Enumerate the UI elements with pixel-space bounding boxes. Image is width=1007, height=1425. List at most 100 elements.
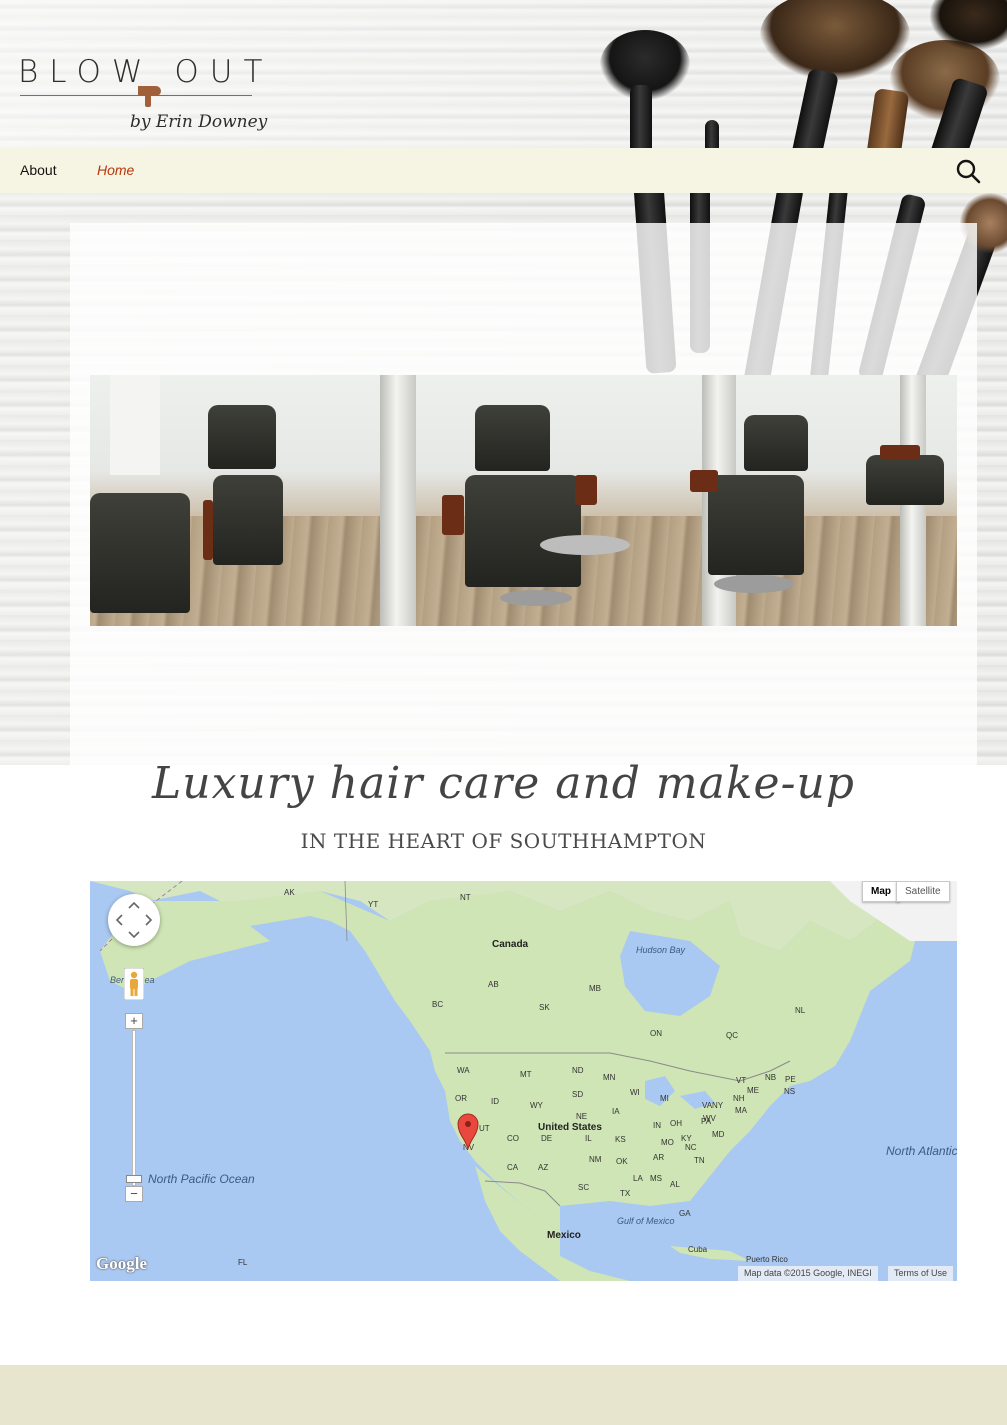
map-country-label: United States	[538, 1122, 602, 1133]
map-region-label: WY	[530, 1101, 543, 1110]
map-region-label: TX	[620, 1189, 631, 1198]
chair-arm	[575, 475, 597, 505]
map-region-label: KY	[681, 1134, 692, 1143]
salon-chair	[213, 475, 283, 565]
hair-dryer-icon	[138, 86, 161, 107]
nav-link-home[interactable]: Home	[97, 162, 134, 178]
map-region-label: IN	[653, 1121, 661, 1130]
photo-pillar	[110, 375, 160, 475]
map-region-label: MA	[735, 1106, 747, 1115]
chair-arm	[442, 495, 464, 535]
map-region-label: MS	[650, 1174, 662, 1183]
main-navigation: About Home	[0, 148, 1007, 193]
map-region-label: OR	[455, 1094, 467, 1103]
map-region-label: SD	[572, 1090, 584, 1099]
map-water-label: North Atlantic Ocean	[886, 1144, 957, 1158]
brush-handle	[864, 88, 910, 148]
map-region-label: ME	[747, 1086, 759, 1095]
salon-chair	[744, 415, 808, 471]
chair-arm	[203, 500, 213, 560]
tagline-heading: Luxury hair care and make-up	[152, 758, 855, 809]
map-pan-control[interactable]	[108, 894, 160, 946]
salon-chair	[866, 455, 944, 505]
site-logo[interactable]: BLOW OUT by Erin Downey	[18, 54, 267, 144]
map-region-label: ON	[650, 1029, 662, 1038]
site-footer	[0, 1365, 1007, 1425]
logo-subtitle: by Erin Downey	[130, 112, 268, 132]
site-header: BLOW OUT by Erin Downey	[0, 0, 1007, 148]
chair-base	[714, 575, 794, 593]
map-region-label: UT	[479, 1124, 490, 1133]
map-type-satellite-button[interactable]: Satellite	[896, 881, 950, 902]
salon-chairs-photo	[90, 375, 957, 626]
map-region-label: ID	[491, 1097, 499, 1106]
zoom-slider-handle[interactable]	[126, 1175, 142, 1183]
salon-chair	[208, 405, 276, 469]
map-region-label: MD	[712, 1130, 725, 1139]
location-pin-icon[interactable]	[456, 1112, 480, 1150]
map-region-label: TN	[694, 1156, 705, 1165]
map-region-label: MN	[603, 1073, 616, 1082]
zoom-out-button[interactable]: −	[125, 1186, 143, 1202]
map-region-label: AB	[488, 980, 499, 989]
street-view-pegman-icon[interactable]	[124, 968, 144, 1000]
map-region-label: ND	[572, 1066, 584, 1075]
map-region-label: AK	[284, 888, 295, 897]
map-attribution: Map data ©2015 Google, INEGI	[738, 1266, 878, 1281]
pan-arrows-icon	[115, 901, 153, 939]
map-island-label: Cuba	[688, 1245, 708, 1254]
map-type-map-button[interactable]: Map	[862, 881, 900, 902]
map-region-label: NS	[784, 1087, 796, 1096]
map-region-label: CO	[507, 1134, 519, 1143]
zoom-slider-track[interactable]	[132, 1030, 136, 1186]
map-region-label: QC	[726, 1031, 738, 1040]
map-region-label: SK	[539, 1003, 550, 1012]
brush-handle	[705, 120, 719, 148]
map-region-label: IA	[612, 1107, 620, 1116]
map-region-label: YT	[368, 900, 379, 909]
map-region-label: VA	[702, 1101, 713, 1110]
map-region-label: OH	[670, 1119, 682, 1128]
map-region-label: AZ	[538, 1163, 549, 1172]
map-water-label: Gulf of Mexico	[617, 1216, 675, 1226]
search-icon[interactable]	[955, 158, 981, 184]
brush-handle	[790, 67, 840, 148]
google-map[interactable]: AK YT NT BC AB SK MB ON QC NL WA OR ID M…	[90, 881, 957, 1281]
map-region-label: NM	[589, 1155, 602, 1164]
salon-chair	[475, 405, 550, 471]
map-region-label: CA	[507, 1163, 519, 1172]
brush-handle	[630, 85, 652, 148]
map-region-label: MB	[589, 984, 601, 993]
map-water-label: Hudson Bay	[636, 945, 686, 955]
map-region-label: NC	[685, 1143, 697, 1152]
map-region-label: VT	[736, 1076, 747, 1085]
chair-arm	[880, 445, 920, 459]
map-region-label: NL	[795, 1006, 806, 1015]
brush-bristles	[930, 0, 1007, 50]
google-logo[interactable]: Google	[96, 1254, 147, 1274]
map-region-label: NY	[712, 1101, 724, 1110]
map-region-label: KS	[615, 1135, 626, 1144]
nav-link-about[interactable]: About	[20, 162, 57, 178]
map-water-label: North Pacific Ocean	[148, 1172, 255, 1186]
map-region-label: MT	[520, 1070, 532, 1079]
salon-chair	[708, 475, 804, 575]
map-country-label: Canada	[492, 939, 529, 950]
map-country-label: Mexico	[547, 1230, 581, 1241]
map-region-label: DE	[541, 1134, 553, 1143]
map-region-label: NB	[765, 1073, 777, 1082]
terms-of-use-link[interactable]: Terms of Use	[888, 1266, 954, 1281]
map-region-label: NE	[576, 1112, 588, 1121]
map-region-label: IL	[585, 1134, 592, 1143]
map-region-label: MI	[660, 1094, 669, 1103]
map-region-label: PE	[785, 1075, 796, 1084]
map-region-label: LA	[633, 1174, 643, 1183]
zoom-in-button[interactable]: +	[125, 1013, 143, 1029]
photo-pillar	[380, 375, 416, 626]
chair-arm	[690, 470, 718, 492]
salon-chair	[90, 493, 190, 613]
chair-base	[540, 535, 630, 555]
map-region-label: NH	[733, 1094, 745, 1103]
map-region-label: FL	[238, 1258, 248, 1267]
map-island-label: Puerto Rico	[746, 1255, 788, 1264]
